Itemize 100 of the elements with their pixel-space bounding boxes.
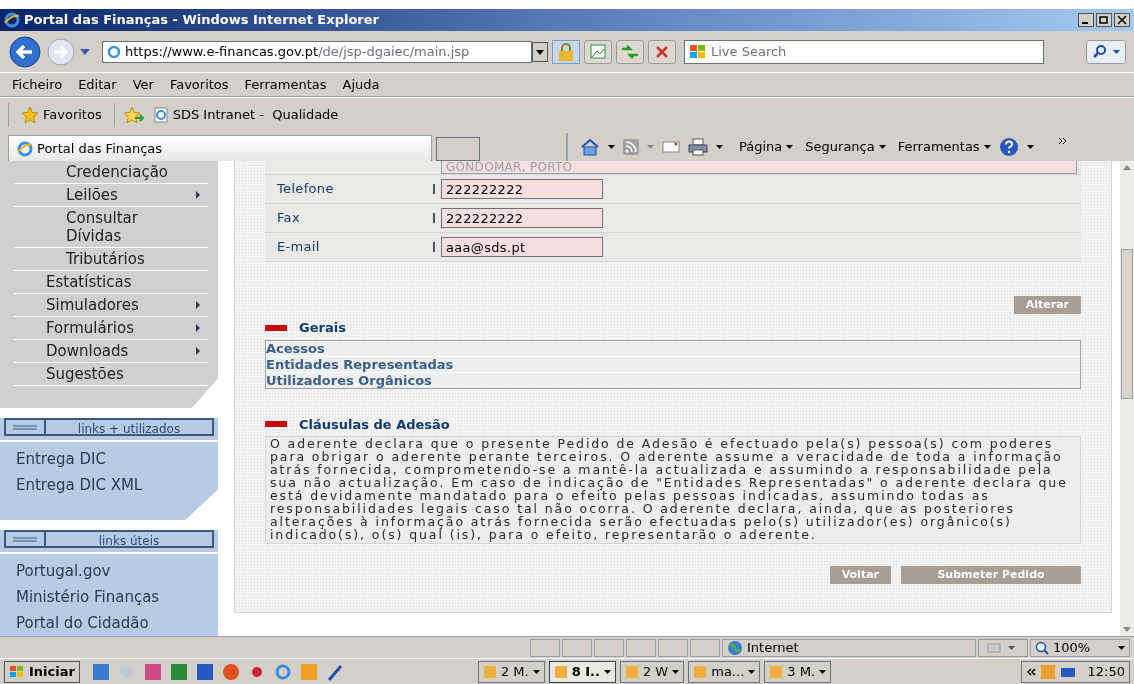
- sidebar-item[interactable]: Consultar Dívidas: [14, 207, 208, 248]
- command-menu[interactable]: Ferramentas: [897, 137, 991, 157]
- caret-icon: [819, 669, 827, 674]
- field-label: E-mail: [276, 238, 321, 257]
- taskbar-button[interactable]: 3 M.: [764, 660, 832, 683]
- section-link[interactable]: Acessos: [266, 340, 1080, 356]
- close-button[interactable]: [1114, 13, 1130, 27]
- quick-launch-icon[interactable]: [195, 662, 214, 681]
- security-zone: Internet: [747, 638, 799, 657]
- scroll-up-icon[interactable]: [1123, 165, 1131, 170]
- sidebar-link[interactable]: Ministério Finanças: [16, 584, 202, 610]
- menu-item[interactable]: Editar: [78, 74, 117, 95]
- chevron-icon[interactable]: [1057, 137, 1068, 145]
- sidebar-item[interactable]: Estatísticas: [14, 271, 208, 294]
- app-icon: [553, 664, 568, 679]
- caret-icon: [748, 669, 756, 674]
- favorites-button[interactable]: Favoritos: [8, 102, 115, 127]
- sidebar-item[interactable]: Formulários: [14, 317, 208, 340]
- favorites-link[interactable]: SDS Intranet - Qualidade: [152, 104, 339, 125]
- help-icon[interactable]: [998, 137, 1019, 157]
- command-menu[interactable]: Segurança: [805, 137, 886, 157]
- sidebar-link[interactable]: Entrega DIC XML: [16, 472, 202, 498]
- caret-icon[interactable]: [1026, 145, 1034, 149]
- caret-icon: [1118, 645, 1125, 650]
- caret-icon[interactable]: [608, 145, 615, 149]
- text-field[interactable]: aaa@sds.pt: [441, 237, 603, 257]
- taskbar-button[interactable]: 2 M.: [477, 660, 545, 683]
- menu-item[interactable]: Ferramentas: [244, 74, 327, 95]
- stop-button[interactable]: [648, 39, 676, 64]
- windows-flag-icon: [9, 664, 25, 679]
- browser-tab[interactable]: Portal das Finanças: [8, 135, 432, 161]
- url-text: https://www.e-financas.gov.pt/de/jsp-dgaiec/main.jsp: [125, 42, 470, 61]
- quick-launch-icon[interactable]: [143, 662, 162, 681]
- search-field[interactable]: Live Search: [684, 39, 1044, 64]
- scrollbar[interactable]: [1120, 161, 1134, 636]
- quick-launch-icon[interactable]: [221, 662, 240, 681]
- menu-item[interactable]: Ficheiro: [12, 74, 63, 95]
- section-marker-icon: [265, 324, 287, 331]
- sidebar-link[interactable]: Portugal.gov: [16, 558, 202, 584]
- sidebar-link[interactable]: Portal do Cidadão: [16, 610, 202, 636]
- sidebar-item[interactable]: Tributários: [14, 248, 208, 271]
- windows-flag-icon: [689, 43, 707, 60]
- menu-item[interactable]: Ajuda: [342, 74, 380, 95]
- section-title: Cláusulas de Adesão: [299, 415, 450, 434]
- search-button[interactable]: [1086, 39, 1126, 64]
- new-tab-button[interactable]: [436, 137, 480, 161]
- caret-icon: [878, 145, 886, 149]
- caret-icon: [786, 145, 794, 149]
- quick-launch-icon[interactable]: [273, 662, 292, 681]
- caret-icon: [532, 669, 540, 674]
- caret-icon[interactable]: [716, 145, 723, 149]
- caret-icon: [983, 145, 991, 149]
- section-link[interactable]: Entidades Representadas: [266, 355, 1080, 372]
- protected-mode-button[interactable]: [978, 638, 1028, 657]
- feed-icon[interactable]: [623, 139, 639, 155]
- clauses-text: O aderente declara que o presente Pedido de Adesão é efectuado pela(s) pessoa(s) com poderes para obrigar o aderente perante terceiros. O aderente assume a veracidade de toda a informação atrás fornecida, comprometendo-se a mantê-la actualizada e assumindo a responsabilidade pela sua não actualização. Em caso de indicação de "Entidades Representadas" o aderente declara que está devidamente mandatado para o efeito pelas pessoas indicadas, assumindo todas as responsabilidades legais caso tal não ocorra. O aderente declara, ainda, que as posteriores alterações à informação atrás fornecida serão efectuadas pelo(s) utilizador(es) orgânico(s) indicado(s), o(s) qual (is), para o efeito, representarão o aderente.: [265, 436, 1081, 544]
- sidebar-item[interactable]: Leilões: [14, 184, 208, 207]
- printer-icon[interactable]: [688, 138, 708, 156]
- submenu-arrow-icon: [196, 324, 200, 332]
- caret-icon: [672, 669, 680, 674]
- submenu-arrow-icon: [196, 191, 200, 199]
- app-icon: [482, 664, 497, 679]
- sidebar-item[interactable]: Credenciação: [14, 161, 208, 184]
- taskbar-button[interactable]: 2 W: [619, 660, 685, 683]
- quick-launch-icon[interactable]: [91, 662, 110, 681]
- www-icon: [12, 536, 38, 542]
- menu-item[interactable]: Ver: [132, 74, 154, 95]
- taskbar-button[interactable]: ma...: [688, 660, 761, 683]
- restore-button[interactable]: [1096, 13, 1112, 27]
- home-icon[interactable]: [580, 138, 600, 156]
- magnifier-icon: [1035, 640, 1049, 655]
- sidebar-item[interactable]: Simuladores: [14, 294, 208, 317]
- field-label: Fax: [276, 209, 301, 228]
- menu-item[interactable]: Favoritos: [169, 74, 229, 95]
- quick-launch-icon[interactable]: [325, 662, 344, 681]
- sidebar-link[interactable]: Entrega DIC: [16, 446, 202, 472]
- address-dropdown-button[interactable]: [532, 41, 548, 62]
- text-field[interactable]: 222222222: [441, 208, 603, 228]
- submenu-arrow-icon: [196, 301, 200, 309]
- tray-expand-icon[interactable]: [1025, 667, 1036, 676]
- search-input[interactable]: Live Search: [711, 41, 1039, 62]
- taskbar-button[interactable]: 8 I..: [548, 660, 616, 683]
- mail-icon[interactable]: [662, 141, 680, 153]
- text-field[interactable]: 222222222: [441, 179, 603, 199]
- image-icon[interactable]: [584, 39, 612, 64]
- browser-logo-icon: [4, 12, 20, 28]
- sidebar-item[interactable]: Downloads: [14, 340, 208, 363]
- command-menu[interactable]: Página: [739, 137, 794, 157]
- add-favorite-icon[interactable]: [122, 105, 145, 124]
- zoom-button[interactable]: 100%: [1030, 638, 1130, 657]
- quick-launch-icon[interactable]: [169, 662, 188, 681]
- refresh-button[interactable]: [616, 39, 644, 64]
- address-field[interactable]: https://www.e-financas.gov.pt/de/jsp-dgaiec/main.jsp: [102, 40, 532, 63]
- minimize-button[interactable]: [1078, 13, 1094, 27]
- scroll-down-icon[interactable]: [1123, 627, 1131, 632]
- back-button[interactable]: [8, 34, 42, 69]
- submenu-arrow-icon: [196, 347, 200, 355]
- start-button[interactable]: Iniciar: [4, 660, 80, 683]
- sidebar-item[interactable]: Sugestões: [14, 363, 208, 386]
- section-link[interactable]: Utilizadores Orgânicos: [266, 371, 1080, 388]
